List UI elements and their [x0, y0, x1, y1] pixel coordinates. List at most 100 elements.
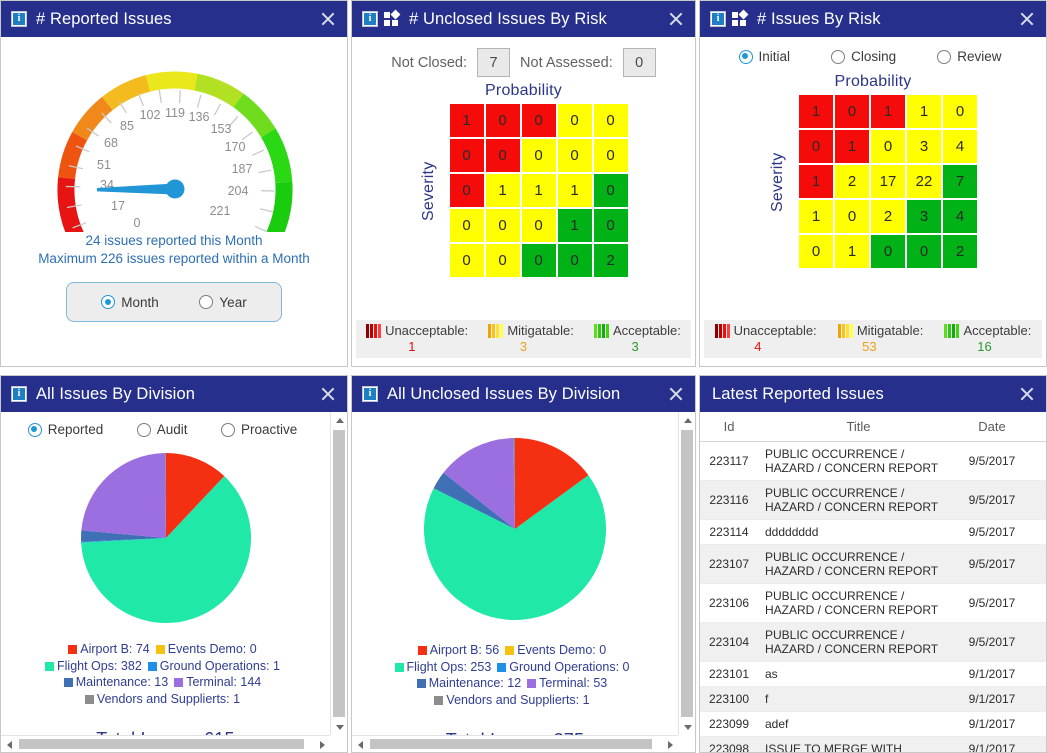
horizontal-scrollbar[interactable]	[1, 735, 330, 752]
vertical-scrollbar[interactable]	[678, 412, 695, 735]
risk-cell[interactable]: 0	[450, 174, 484, 207]
scroll-right-icon[interactable]	[661, 736, 678, 752]
legend-entry[interactable]: Maintenance: 13	[64, 675, 168, 689]
radio-initial[interactable]: Initial	[739, 49, 791, 64]
legend-entry[interactable]: Terminal: 144	[174, 675, 261, 689]
risk-cell[interactable]: 2	[871, 200, 905, 233]
legend-entry[interactable]: Vendors and Supplierts: 1	[85, 692, 240, 706]
radio-reported[interactable]: Reported	[28, 422, 104, 437]
scroll-up-icon[interactable]	[331, 412, 347, 429]
close-icon[interactable]	[318, 384, 338, 404]
horizontal-scrollbar[interactable]	[352, 735, 678, 752]
radio-proactive[interactable]: Proactive	[221, 422, 297, 437]
close-icon[interactable]	[318, 9, 338, 29]
risk-cell[interactable]: 1	[558, 174, 592, 207]
risk-cell[interactable]: 4	[943, 200, 977, 233]
risk-cell[interactable]: 1	[486, 174, 520, 207]
table-row[interactable]: 223106PUBLIC OCCURRENCE / HAZARD / CONCE…	[700, 584, 1046, 623]
close-icon[interactable]	[1017, 384, 1037, 404]
scroll-right-icon[interactable]	[313, 736, 330, 752]
risk-cell[interactable]: 0	[594, 104, 628, 137]
scroll-down-icon[interactable]	[331, 718, 347, 735]
close-icon[interactable]	[666, 9, 686, 29]
risk-cell[interactable]: 0	[522, 209, 556, 242]
risk-cell[interactable]: 3	[907, 200, 941, 233]
risk-cell[interactable]: 0	[835, 95, 869, 128]
scroll-up-icon[interactable]	[679, 412, 695, 429]
info-icon[interactable]: i	[362, 11, 378, 27]
risk-cell[interactable]: 1	[835, 235, 869, 268]
scroll-thumb-vertical[interactable]	[333, 430, 345, 717]
risk-cell[interactable]: 0	[594, 139, 628, 172]
risk-cell[interactable]: 0	[594, 174, 628, 207]
legend-entry[interactable]: Terminal: 53	[527, 676, 607, 690]
risk-cell[interactable]: 0	[943, 95, 977, 128]
risk-cell[interactable]: 1	[558, 209, 592, 242]
pie-slice[interactable]	[81, 453, 166, 538]
radio-closing[interactable]: Closing	[831, 49, 896, 64]
scroll-left-icon[interactable]	[352, 736, 369, 752]
risk-cell[interactable]: 0	[871, 235, 905, 268]
scroll-down-icon[interactable]	[679, 718, 695, 735]
table-row[interactable]: 223098ISSUE TO MERGE WITH9/1/2017	[700, 737, 1046, 753]
risk-cell[interactable]: 0	[522, 139, 556, 172]
table-row[interactable]: 223100f9/1/2017	[700, 687, 1046, 712]
radio-month[interactable]: Month	[101, 295, 159, 310]
close-icon[interactable]	[1017, 9, 1037, 29]
configure-icon[interactable]	[732, 11, 748, 27]
close-icon[interactable]	[666, 384, 686, 404]
risk-cell[interactable]: 0	[486, 104, 520, 137]
risk-cell[interactable]: 7	[943, 165, 977, 198]
table-row[interactable]: 223101as9/1/2017	[700, 662, 1046, 687]
issues-table-scroll[interactable]: Id Title Date 223117PUBLIC OCCURRENCE / …	[700, 412, 1046, 752]
not-closed-value[interactable]: 7	[477, 48, 510, 77]
risk-cell[interactable]: 0	[522, 244, 556, 277]
risk-cell[interactable]: 2	[835, 165, 869, 198]
legend-entry[interactable]: Airport B: 56	[418, 643, 499, 657]
risk-cell[interactable]: 1	[450, 104, 484, 137]
risk-cell[interactable]: 1	[799, 165, 833, 198]
risk-cell[interactable]: 1	[835, 130, 869, 163]
risk-cell[interactable]: 0	[799, 130, 833, 163]
risk-cell[interactable]: 0	[486, 244, 520, 277]
legend-entry[interactable]: Flight Ops: 382	[45, 659, 142, 673]
table-row[interactable]: 223107PUBLIC OCCURRENCE / HAZARD / CONCE…	[700, 545, 1046, 584]
radio-review[interactable]: Review	[937, 49, 1001, 64]
legend-entry[interactable]: Flight Ops: 253	[395, 660, 492, 674]
column-header-id[interactable]: Id	[700, 412, 758, 442]
configure-icon[interactable]	[384, 11, 400, 27]
radio-audit[interactable]: Audit	[137, 422, 188, 437]
risk-cell[interactable]: 0	[835, 200, 869, 233]
risk-cell[interactable]: 1	[522, 174, 556, 207]
legend-entry[interactable]: Airport B: 74	[68, 642, 149, 656]
info-icon[interactable]: i	[11, 11, 27, 27]
table-row[interactable]: 223114dddddddd9/5/2017	[700, 520, 1046, 545]
scroll-thumb-vertical[interactable]	[681, 430, 693, 717]
vertical-scrollbar[interactable]	[330, 412, 347, 735]
legend-entry[interactable]: Ground Operations: 1	[148, 659, 280, 673]
risk-cell[interactable]: 0	[450, 209, 484, 242]
risk-cell[interactable]: 0	[558, 139, 592, 172]
info-icon[interactable]: i	[710, 11, 726, 27]
risk-cell[interactable]: 0	[450, 139, 484, 172]
risk-cell[interactable]: 2	[594, 244, 628, 277]
risk-cell[interactable]: 2	[943, 235, 977, 268]
legend-entry[interactable]: Events Demo: 0	[156, 642, 257, 656]
legend-entry[interactable]: Events Demo: 0	[505, 643, 606, 657]
table-row[interactable]: 223117PUBLIC OCCURRENCE / HAZARD / CONCE…	[700, 442, 1046, 481]
scroll-thumb-horizontal[interactable]	[19, 739, 304, 749]
column-header-title[interactable]: Title	[758, 412, 959, 442]
risk-cell[interactable]: 1	[907, 95, 941, 128]
scroll-thumb-horizontal[interactable]	[370, 739, 652, 749]
risk-cell[interactable]: 0	[594, 209, 628, 242]
table-row[interactable]: 223104PUBLIC OCCURRENCE / HAZARD / CONCE…	[700, 623, 1046, 662]
risk-cell[interactable]: 3	[907, 130, 941, 163]
risk-cell[interactable]: 0	[558, 104, 592, 137]
risk-cell[interactable]: 0	[522, 104, 556, 137]
risk-cell[interactable]: 22	[907, 165, 941, 198]
risk-cell[interactable]: 0	[871, 130, 905, 163]
info-icon[interactable]: i	[11, 386, 27, 402]
table-row[interactable]: 223099adef9/1/2017	[700, 712, 1046, 737]
scroll-left-icon[interactable]	[1, 736, 18, 752]
risk-cell[interactable]: 0	[907, 235, 941, 268]
